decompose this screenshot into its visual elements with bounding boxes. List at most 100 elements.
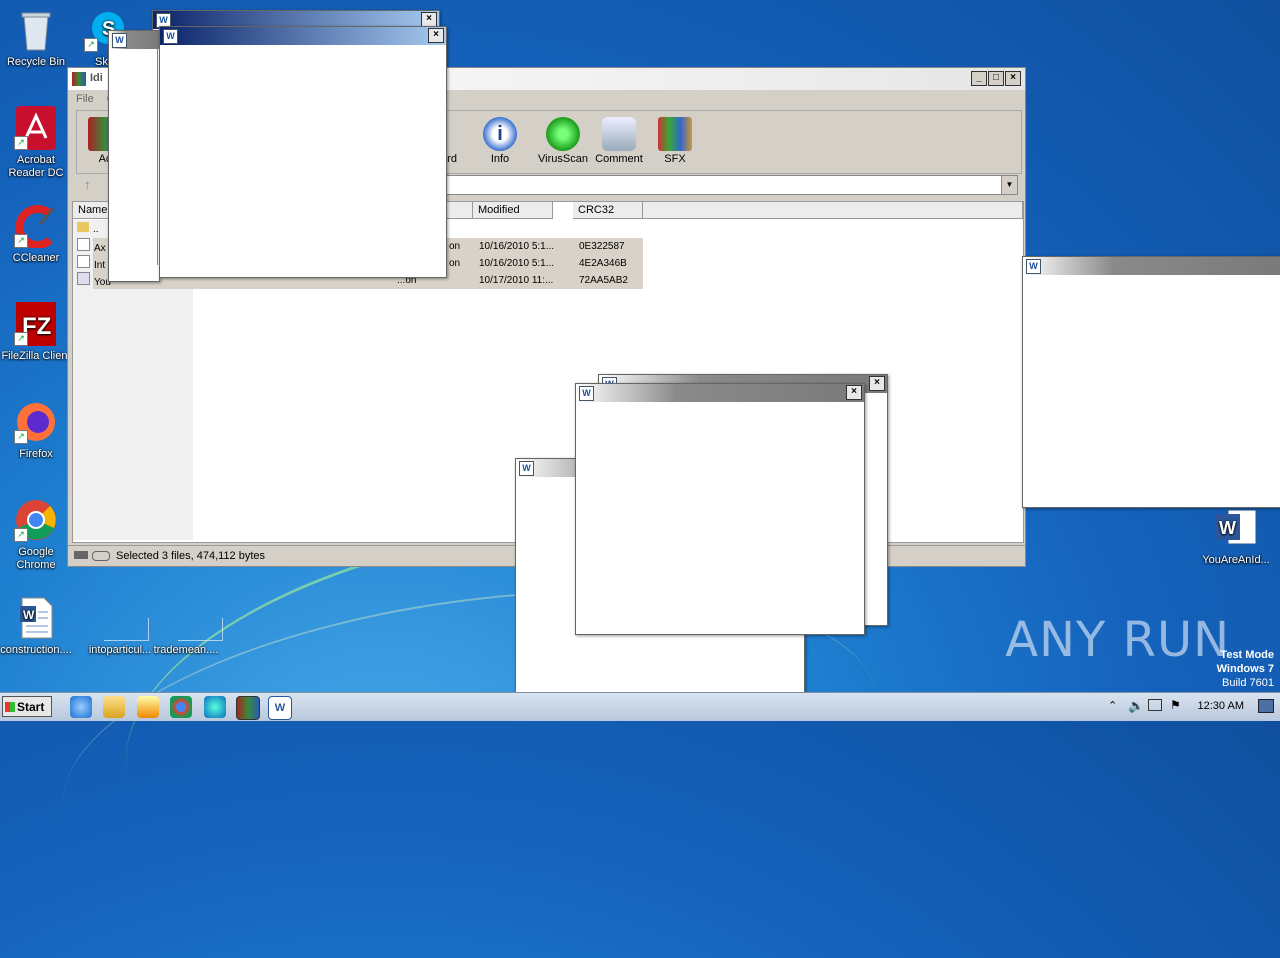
shortcut-arrow-icon: ↗: [14, 136, 28, 150]
desktop-icon-label: intoparticul...: [88, 644, 152, 656]
show-desktop-icon[interactable]: [1258, 699, 1274, 713]
test-mode-line: Test Mode: [1220, 649, 1274, 661]
window-title: Idi: [90, 72, 103, 84]
comment-icon: [602, 117, 636, 151]
desktop-icon-acrobat[interactable]: ↗ Acrobat Reader DC: [0, 106, 72, 180]
desktop-icon-recycle-bin[interactable]: Recycle Bin: [0, 8, 72, 69]
cell-name: ..: [93, 224, 99, 235]
up-arrow-icon[interactable]: ↑: [84, 177, 91, 192]
winrar-taskbar-icon[interactable]: [236, 696, 260, 720]
internet-explorer-icon[interactable]: [70, 696, 92, 718]
shortcut-arrow-icon: ↗: [84, 38, 98, 52]
windows-logo-icon: [5, 702, 15, 712]
desktop-icon-label: Acrobat Reader DC: [8, 154, 64, 179]
tool-info-button[interactable]: i Info: [472, 117, 528, 165]
path-combobox[interactable]: ▼: [446, 175, 1018, 195]
file-icon: [98, 596, 149, 641]
file-icon: [164, 596, 223, 641]
cell-type: on: [449, 241, 461, 252]
desktop-icon-trademean[interactable]: trademean....: [150, 596, 223, 657]
close-button[interactable]: ×: [869, 376, 885, 391]
word-icon: W: [112, 33, 127, 48]
tool-label: Comment: [595, 153, 643, 165]
desktop-icon-label: Recycle Bin: [6, 56, 66, 68]
popup-titlebar[interactable]: W: [109, 31, 159, 49]
media-player-icon[interactable]: [137, 696, 159, 718]
desktop-icon-youareanid[interactable]: W YouAreAnId...: [1196, 506, 1276, 567]
acrobat-icon: ↗: [14, 106, 58, 150]
file-icon: [77, 238, 90, 251]
drive-icon: [74, 551, 88, 559]
popup-titlebar[interactable]: W×: [160, 27, 446, 45]
clock[interactable]: 12:30 AM: [1198, 700, 1244, 712]
cell-crc: 4E2A346B: [579, 258, 627, 269]
column-header-crc32[interactable]: CRC32: [573, 202, 643, 219]
action-center-flag-icon[interactable]: ⚑: [1170, 698, 1181, 712]
desktop-icon-label: construction....: [0, 644, 72, 656]
test-mode-line: Build 7601: [1222, 677, 1274, 689]
close-button[interactable]: ×: [428, 28, 444, 43]
window-edge: [151, 49, 158, 265]
shortcut-arrow-icon: ↗: [14, 332, 28, 346]
tool-label: Info: [490, 153, 510, 165]
tool-comment-button[interactable]: Comment: [591, 117, 647, 165]
popup-window[interactable]: W: [108, 30, 160, 282]
cell-name: Ax: [94, 243, 106, 254]
tool-label: SFX: [664, 153, 686, 165]
column-header-empty: [643, 202, 1023, 219]
cell-modified: 10/16/2010 5:1...: [479, 258, 555, 269]
shortcut-arrow-icon: ↗: [14, 430, 28, 444]
table-row[interactable]: ..: [77, 221, 99, 238]
file-icon: [77, 272, 90, 285]
popup-window[interactable]: W: [1022, 256, 1280, 508]
close-button[interactable]: ×: [421, 12, 437, 27]
desktop-icon-chrome[interactable]: ↗ Google Chrome: [0, 498, 72, 572]
start-label: Start: [17, 700, 45, 714]
cell-crc: 0E322587: [579, 241, 625, 252]
volume-icon[interactable]: 🔈: [1128, 698, 1144, 714]
chevron-down-icon[interactable]: ▼: [1001, 176, 1017, 194]
taskbar: Start W ⌃ 🔈 ⚑ 12:30 AM: [0, 692, 1280, 721]
ccleaner-icon: ↗: [14, 204, 58, 249]
desktop-icon-ccleaner[interactable]: ↗ CCleaner: [0, 204, 72, 265]
desktop-icon-label: trademean....: [153, 644, 219, 656]
show-hidden-icons-icon[interactable]: ⌃: [1108, 699, 1117, 712]
desktop-icon-label: Google Chrome: [16, 546, 56, 571]
column-header-modified[interactable]: Modified: [473, 202, 553, 219]
word-icon: W: [1214, 506, 1258, 550]
popup-titlebar[interactable]: W×: [576, 384, 864, 402]
recycle-bin-icon: [14, 8, 58, 52]
desktop-icon-intoparticul[interactable]: intoparticul...: [84, 596, 156, 657]
folder-icon: [77, 222, 89, 232]
desktop-icon-construction[interactable]: W construction....: [0, 596, 72, 657]
info-icon: i: [483, 117, 517, 151]
popup-window[interactable]: W×: [159, 26, 447, 278]
tool-sfx-button[interactable]: SFX: [647, 117, 703, 165]
popup-titlebar[interactable]: W: [1023, 257, 1280, 275]
minimize-button[interactable]: _: [971, 71, 987, 86]
tool-virusscan-button[interactable]: VirusScan: [535, 117, 591, 165]
virusscan-icon: [546, 117, 580, 151]
edge-icon[interactable]: [204, 696, 226, 718]
sfx-icon: [658, 117, 692, 151]
svg-text:W: W: [1219, 518, 1236, 538]
menu-file[interactable]: File: [76, 93, 94, 105]
key-icon: [92, 551, 110, 561]
maximize-button[interactable]: □: [988, 71, 1004, 86]
chrome-icon[interactable]: [170, 696, 192, 718]
test-mode-label: Test Mode Windows 7 Build 7601: [1217, 648, 1274, 690]
explorer-icon[interactable]: [103, 696, 125, 718]
word-taskbar-icon[interactable]: W: [268, 696, 292, 720]
cell-name: Int: [94, 260, 106, 271]
popup-window[interactable]: W×: [575, 383, 865, 635]
word-icon: W: [163, 29, 178, 44]
desktop-icon-firefox[interactable]: ↗ Firefox: [0, 400, 72, 461]
desktop-icon-filezilla[interactable]: FZ ↗ FileZilla Client: [0, 302, 72, 363]
status-text: Selected 3 files, 474,112 bytes: [116, 550, 266, 562]
start-button[interactable]: Start: [2, 696, 52, 717]
word-doc-icon: W: [14, 596, 58, 640]
svg-text:W: W: [23, 608, 35, 622]
network-icon[interactable]: [1148, 699, 1162, 711]
close-button[interactable]: ×: [1005, 71, 1021, 86]
close-button[interactable]: ×: [846, 385, 862, 400]
